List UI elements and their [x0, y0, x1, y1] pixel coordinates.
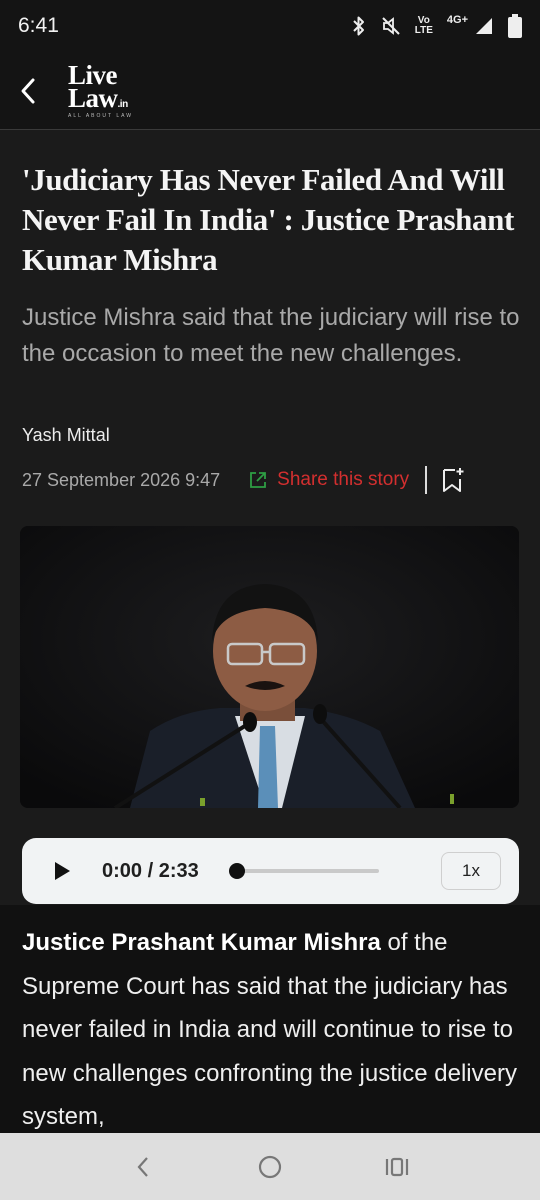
article-author[interactable]: Yash Mittal — [22, 425, 110, 446]
progress-track — [228, 869, 379, 873]
status-icons: Vo LTE 4G+ — [351, 14, 522, 38]
audio-player: 0:00 / 2:33 1x — [22, 838, 519, 904]
article-meta: 27 September 2026 9:47 Share this story — [22, 462, 522, 498]
signal-icon — [474, 16, 494, 36]
mute-icon — [381, 16, 401, 36]
body-text: of the Supreme Court has said that the j… — [22, 929, 517, 1130]
nav-recents-icon — [385, 1157, 408, 1176]
nav-back-icon — [137, 1156, 149, 1177]
logo-tagline: ALL ABOUT LAW — [68, 113, 133, 119]
status-time: 6:41 — [18, 14, 59, 37]
audio-progress-slider[interactable] — [228, 861, 379, 881]
play-button[interactable] — [40, 849, 84, 893]
body-lead-name[interactable]: Justice Prashant Kumar Mishra — [22, 929, 381, 956]
chevron-left-icon — [21, 78, 35, 103]
share-external-icon — [250, 472, 267, 488]
network-type-label: 4G+ — [446, 14, 468, 26]
nav-back-button[interactable] — [113, 1137, 173, 1197]
livelaw-logo[interactable]: Live Law.in ALL ABOUT LAW — [68, 62, 133, 119]
app-bar: Live Law.in ALL ABOUT LAW — [0, 52, 540, 130]
volte-indicator: Vo LTE — [415, 16, 433, 36]
article-date: 27 September 2026 9:47 — [22, 469, 221, 490]
nav-home-button[interactable] — [240, 1137, 300, 1197]
share-button[interactable]: Share this story — [248, 469, 409, 491]
play-icon — [55, 862, 70, 880]
logo-line2: Law.in — [68, 85, 133, 112]
meta-divider — [425, 466, 428, 494]
audio-time: 0:00 / 2:33 — [102, 859, 199, 882]
article-summary: Justice Mishra said that the judiciary w… — [22, 304, 520, 367]
nav-home-icon — [258, 1155, 282, 1178]
bookmark-add-icon — [443, 468, 464, 492]
volte-bottom-label: LTE — [414, 25, 433, 36]
speaker-photo — [20, 526, 519, 808]
bluetooth-icon — [351, 15, 367, 37]
logo-suffix: .in — [117, 99, 129, 110]
article-title: 'Judiciary Has Never Failed And Will Nev… — [22, 162, 514, 277]
share-label: Share this story — [277, 469, 410, 490]
article-hero-image[interactable] — [20, 526, 519, 808]
battery-icon — [508, 14, 522, 38]
logo-law-text: Law — [68, 83, 118, 113]
system-nav-bar — [0, 1133, 540, 1200]
playback-speed-button[interactable]: 1x — [441, 852, 501, 890]
article-body: Justice Prashant Kumar Mishra of the Sup… — [0, 905, 540, 1133]
status-bar: 6:41 Vo LTE 4G+ — [0, 0, 540, 52]
bookmark-button[interactable] — [441, 466, 465, 494]
progress-thumb[interactable] — [228, 863, 245, 879]
back-button[interactable] — [0, 52, 56, 130]
nav-recents-button[interactable] — [367, 1137, 427, 1197]
